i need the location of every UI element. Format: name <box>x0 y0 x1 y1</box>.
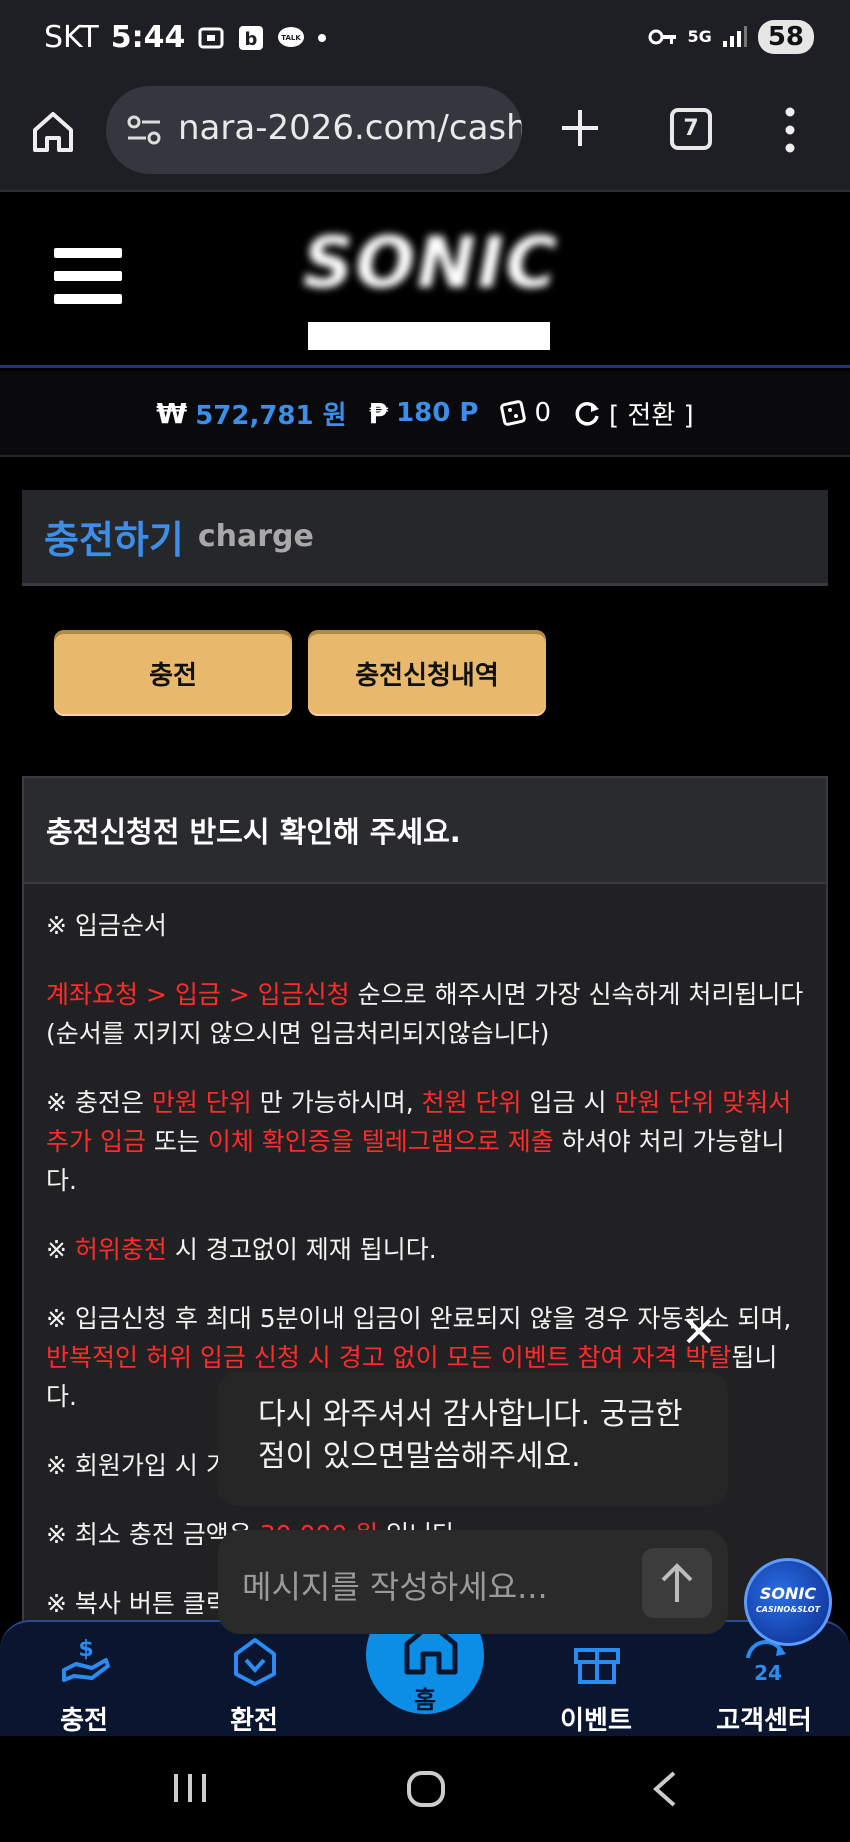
charge-button[interactable]: 충전 <box>54 630 292 716</box>
browser-home-icon[interactable] <box>30 108 76 154</box>
clock: 5:44 <box>110 20 186 55</box>
nav-event[interactable]: 이벤트 <box>536 1622 656 1738</box>
svg-text:$: $ <box>78 1637 93 1662</box>
highlight-text: 허위충전 <box>74 1235 167 1264</box>
system-home-icon[interactable] <box>406 1770 446 1808</box>
avatar-subtitle: CASINO&SLOT <box>755 1605 821 1614</box>
b-app-icon: b <box>239 25 264 50</box>
cash-balance: ₩ 572,781 원 <box>156 395 346 432</box>
notice-item-fake: ※ 허위충전 시 경고없이 제재 됩니다. <box>46 1230 804 1269</box>
text-fragment: ※ 충전은 <box>46 1088 152 1117</box>
cash-balance-value: 572,781 원 <box>195 400 347 431</box>
key-icon <box>648 29 676 45</box>
notice-heading: 충전신청전 반드시 확인해 주세요. <box>24 778 826 884</box>
refresh-icon[interactable] <box>573 399 601 427</box>
text-fragment: 입금 시 <box>521 1088 615 1117</box>
highlight-text: 천원 단위 <box>421 1088 522 1117</box>
notification-dot-icon <box>318 33 327 42</box>
logo-redaction-bar <box>308 322 550 350</box>
avatar-logo-text: SONIC CASINO&SLOT <box>756 1586 820 1618</box>
text-fragment: 시 경고없이 제재 됩니다. <box>166 1235 437 1264</box>
svg-text:b: b <box>245 29 258 50</box>
chat-send-button[interactable] <box>642 1548 712 1618</box>
address-bar[interactable]: nara-2026.com/cash <box>106 86 522 174</box>
text-fragment: ※ <box>46 1235 75 1264</box>
balance-bar: ₩ 572,781 원 ₱ 180 P 0 [ 전환 ] <box>0 371 850 457</box>
switch-label[interactable]: [ 전환 ] <box>609 395 694 432</box>
carrier-label: SKT <box>44 20 99 55</box>
avatar-title: SONIC <box>759 1584 817 1603</box>
gift-icon <box>574 1648 620 1684</box>
notice-item-order: 계좌요청 > 입금 > 입금신청 순으로 해주시면 가장 신속하게 처리됩니다(… <box>46 975 804 1053</box>
switch-button[interactable]: [ 전환 ] <box>573 395 694 432</box>
highlight-text: 이체 확인증을 텔레그램으로 제출 <box>207 1127 554 1156</box>
page-title: 충전하기 <box>44 518 184 562</box>
nav-event-label: 이벤트 <box>560 1706 632 1736</box>
chat-input-field[interactable]: 메시지를 작성하세요... <box>218 1530 728 1634</box>
ticket-balance: 0 <box>500 398 551 428</box>
ticket-balance-value: 0 <box>534 398 552 428</box>
logo-text: SONIC <box>303 222 559 304</box>
new-tab-icon[interactable] <box>560 108 600 148</box>
send-arrow-icon <box>661 1563 693 1602</box>
ticket-icon <box>500 400 527 426</box>
page-subtitle: charge <box>197 519 314 554</box>
screenshot-icon <box>198 27 224 48</box>
hamburger-menu-icon[interactable] <box>54 248 122 304</box>
browser-toolbar: nara-2026.com/cash 7 <box>0 80 850 192</box>
page-title-panel: 충전하기 charge <box>22 490 828 586</box>
highlight-text: 반복적인 허위 입금 신청 시 경고 없이 모든 이벤트 참여 자격 박탈 <box>46 1343 732 1372</box>
recent-apps-icon[interactable] <box>170 1770 210 1806</box>
text-fragment: 또는 <box>145 1127 208 1156</box>
status-bar: SKT 5:44 b TALK 5G 58 <box>0 0 850 80</box>
tab-switcher-button[interactable]: 7 <box>670 108 712 150</box>
text-fragment: 만 가능하시며, <box>251 1088 422 1117</box>
point-balance: ₱ 180 P <box>369 397 479 430</box>
signal-icon <box>722 26 747 47</box>
notice-panel: 충전신청전 반드시 확인해 주세요. ※ 입금순서 계좌요청 > 입금 > 입금… <box>22 776 828 1636</box>
more-menu-icon[interactable] <box>780 106 800 154</box>
site-settings-icon[interactable] <box>126 114 162 146</box>
point-balance-value: 180 P <box>396 398 479 428</box>
back-icon[interactable] <box>650 1770 680 1808</box>
nav-home-label: 홈 <box>413 1686 437 1714</box>
charge-icon: $ <box>62 1637 110 1682</box>
won-icon: ₩ <box>156 396 188 430</box>
svg-text:24: 24 <box>754 1661 782 1685</box>
nav-exchange-label: 환전 <box>230 1706 278 1736</box>
notice-body: ※ 입금순서 계좌요청 > 입금 > 입금신청 순으로 해주시면 가장 신속하게… <box>24 884 826 1623</box>
deposit-order-label: ※ 입금순서 <box>46 911 167 940</box>
highlight-text: 만원 단위 <box>151 1088 252 1117</box>
order-steps: 계좌요청 > 입금 > 입금신청 <box>46 980 350 1009</box>
chat-message-bubble: 다시 와주셔서 감사합니다. 궁금한점이 있으면말씀해주세요. <box>218 1372 728 1506</box>
nav-support-label: 고객센터 <box>716 1706 812 1736</box>
svg-text:TALK: TALK <box>282 34 302 42</box>
talk-icon: TALK <box>278 26 305 47</box>
site-logo[interactable]: SONIC <box>286 222 576 350</box>
point-icon: ₱ <box>368 396 389 430</box>
url-text: nara-2026.com/cash <box>178 108 522 148</box>
charge-history-button[interactable]: 충전신청내역 <box>308 630 546 716</box>
chat-avatar[interactable]: SONIC CASINO&SLOT <box>744 1558 832 1646</box>
site-header: SONIC <box>0 192 850 368</box>
nav-charge-label: 충전 <box>60 1706 108 1736</box>
battery-indicator: 58 <box>757 20 814 54</box>
system-navigation-bar <box>0 1736 850 1842</box>
notice-item-unit: ※ 충전은 만원 단위 만 가능하시며, 천원 단위 입금 시 만원 단위 맞춰… <box>46 1083 804 1200</box>
exchange-icon <box>234 1638 276 1686</box>
chat-input-placeholder: 메시지를 작성하세요... <box>242 1568 548 1606</box>
nav-exchange[interactable]: 환전 <box>194 1622 314 1738</box>
nav-charge[interactable]: $ 충전 <box>24 1622 144 1738</box>
network-type: 5G <box>687 27 712 46</box>
chat-close-icon[interactable] <box>680 1312 718 1350</box>
